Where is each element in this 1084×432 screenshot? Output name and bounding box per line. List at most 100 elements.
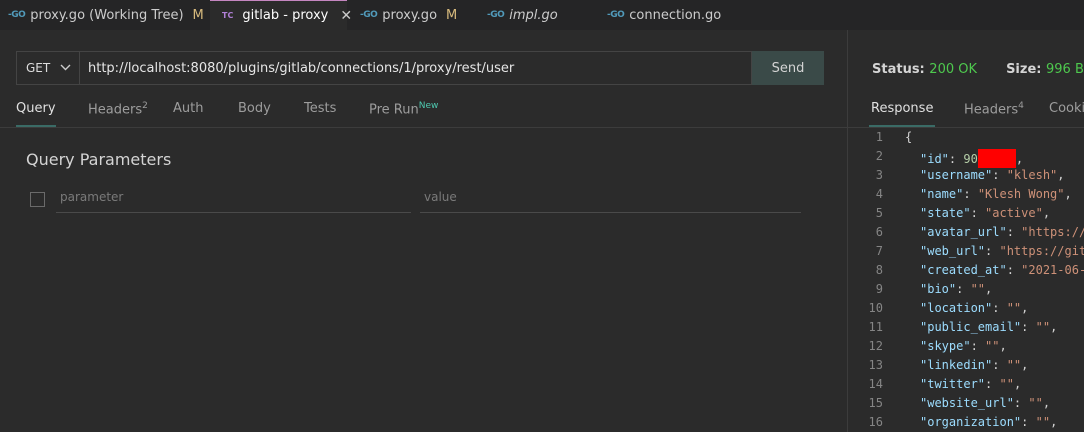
json-key: "linkedin" [920, 358, 993, 372]
modified-indicator: M [192, 7, 204, 23]
response-status: Status: 200 OK Size: 996 Bytes [872, 62, 1084, 77]
json-line: "name": "Klesh Wong", [920, 187, 1072, 201]
json-line: "bio": "", [920, 282, 993, 296]
chevron-down-icon [60, 63, 71, 74]
tab-cookies-label: Cookies [1049, 101, 1084, 116]
request-tabs: Query Headers2 Auth Body Tests Pre RunNe… [0, 92, 847, 128]
go-file-icon: -GO [607, 10, 625, 20]
tab-auth-label: Auth [173, 101, 204, 116]
json-number: 90 [963, 152, 978, 166]
line-number: 12 [868, 339, 883, 353]
json-line: "organization": "", [920, 415, 1058, 429]
json-string: "" [1006, 358, 1022, 372]
json-line: "state": "active", [920, 206, 1051, 220]
redaction-box [977, 149, 1016, 168]
line-number: 4 [875, 187, 883, 201]
line-number: 7 [875, 244, 883, 258]
json-key: "created_at" [920, 263, 1007, 277]
request-bar: GET http://localhost:8080/plugins/gitlab… [16, 51, 824, 85]
parameter-checkbox[interactable] [30, 192, 45, 207]
json-line: "twitter": "", [920, 377, 1022, 391]
json-key: "bio" [920, 282, 957, 296]
tab-tests[interactable]: Tests [304, 101, 336, 116]
tab-cookies[interactable]: Cookies [1049, 101, 1084, 116]
tab-response-headers[interactable]: Headers4 [964, 101, 1024, 117]
editor-tab-bar: -GO proxy.go (Working Tree) M TC gitlab … [0, 0, 1084, 30]
json-string: "https://gitl [999, 244, 1084, 258]
line-number: 10 [868, 301, 883, 315]
tab-label: gitlab - proxy [242, 8, 329, 23]
tab-connection-go[interactable]: -GO connection.go [607, 0, 721, 30]
tab-proxy-go[interactable]: -GO proxy.go M [360, 0, 457, 30]
tab-response-label: Response [871, 101, 934, 116]
tab-auth[interactable]: Auth [173, 101, 203, 116]
go-file-icon: -GO [360, 10, 378, 20]
response-tabs: Response Headers4 Cookies [848, 92, 1084, 128]
json-key: "web_url" [920, 244, 986, 258]
tab-body[interactable]: Body [238, 101, 271, 116]
json-key: "website_url" [920, 396, 1014, 410]
request-panel: GET http://localhost:8080/plugins/gitlab… [0, 30, 847, 432]
tab-label: proxy.go [382, 7, 438, 23]
json-line: "web_url": "https://gitl [920, 244, 1084, 258]
tab-label: impl.go [509, 7, 558, 23]
go-file-icon: -GO [487, 10, 505, 20]
tab-response-headers-label: Headers [964, 102, 1019, 118]
tab-pre-run[interactable]: Pre RunNew [369, 101, 438, 117]
parameter-input[interactable]: parameter [56, 182, 411, 213]
url-input[interactable]: http://localhost:8080/plugins/gitlab/con… [80, 51, 752, 85]
line-number: 6 [875, 225, 883, 239]
line-number: 14 [868, 377, 883, 391]
query-parameters-title: Query Parameters [26, 150, 172, 169]
line-number: 3 [875, 168, 883, 182]
tab-label: proxy.go (Working Tree) [30, 7, 184, 23]
status-value: 200 OK [929, 62, 977, 77]
json-string: "" [985, 339, 1000, 353]
go-file-icon: -GO [8, 10, 26, 20]
line-number: 16 [868, 415, 883, 429]
response-panel: Status: 200 OK Size: 996 Bytes Response … [848, 30, 1084, 432]
line-number: 2 [875, 149, 883, 163]
active-tab-indicator [16, 125, 56, 127]
line-number: 15 [868, 396, 883, 410]
new-badge: New [418, 101, 439, 111]
tab-headers[interactable]: Headers2 [88, 101, 148, 117]
tab-label: connection.go [629, 7, 722, 23]
method-select[interactable]: GET [16, 51, 80, 85]
json-line: "skype": "", [920, 339, 1007, 353]
json-line: "username": "klesh", [920, 168, 1065, 182]
tab-query-label: Query [16, 101, 56, 116]
json-key: "public_email" [920, 320, 1022, 334]
size-value: 996 Bytes [1046, 62, 1084, 77]
json-key: "skype" [920, 339, 971, 353]
method-value: GET [26, 61, 51, 75]
tab-query[interactable]: Query [16, 101, 56, 116]
line-number: 8 [875, 263, 883, 277]
tab-pre-run-label: Pre Run [369, 102, 419, 118]
send-button[interactable]: Send [752, 51, 824, 85]
headers-count-badge: 2 [142, 101, 148, 111]
value-input[interactable]: value [420, 182, 801, 213]
json-string: "" [970, 282, 986, 296]
response-headers-count-badge: 4 [1018, 101, 1024, 111]
json-string: "klesh" [1006, 168, 1058, 182]
close-icon[interactable]: ✕ [340, 8, 352, 24]
thunder-client-icon: TC [222, 11, 234, 20]
tab-proxy-go-working-tree[interactable]: -GO proxy.go (Working Tree) M [8, 0, 204, 30]
json-line: "created_at": "2021-06-0 [920, 263, 1084, 277]
json-line: "website_url": "", [920, 396, 1051, 410]
json-key: "location" [920, 301, 993, 315]
json-string: "Klesh Wong" [977, 187, 1065, 201]
json-key: "username" [920, 168, 993, 182]
tab-gitlab-proxy[interactable]: TC gitlab - proxy ✕ [210, 0, 352, 30]
json-string: "" [1006, 301, 1022, 315]
status-label: Status: [872, 62, 925, 77]
json-key: "state" [920, 206, 971, 220]
tab-impl-go[interactable]: -GO impl.go [487, 0, 558, 30]
json-string: "" [1035, 320, 1051, 334]
tab-response[interactable]: Response [871, 101, 933, 116]
json-key: "name" [920, 187, 964, 201]
line-number: 1 [875, 130, 883, 144]
tab-headers-label: Headers [88, 102, 143, 118]
json-key: "organization" [920, 415, 1022, 429]
